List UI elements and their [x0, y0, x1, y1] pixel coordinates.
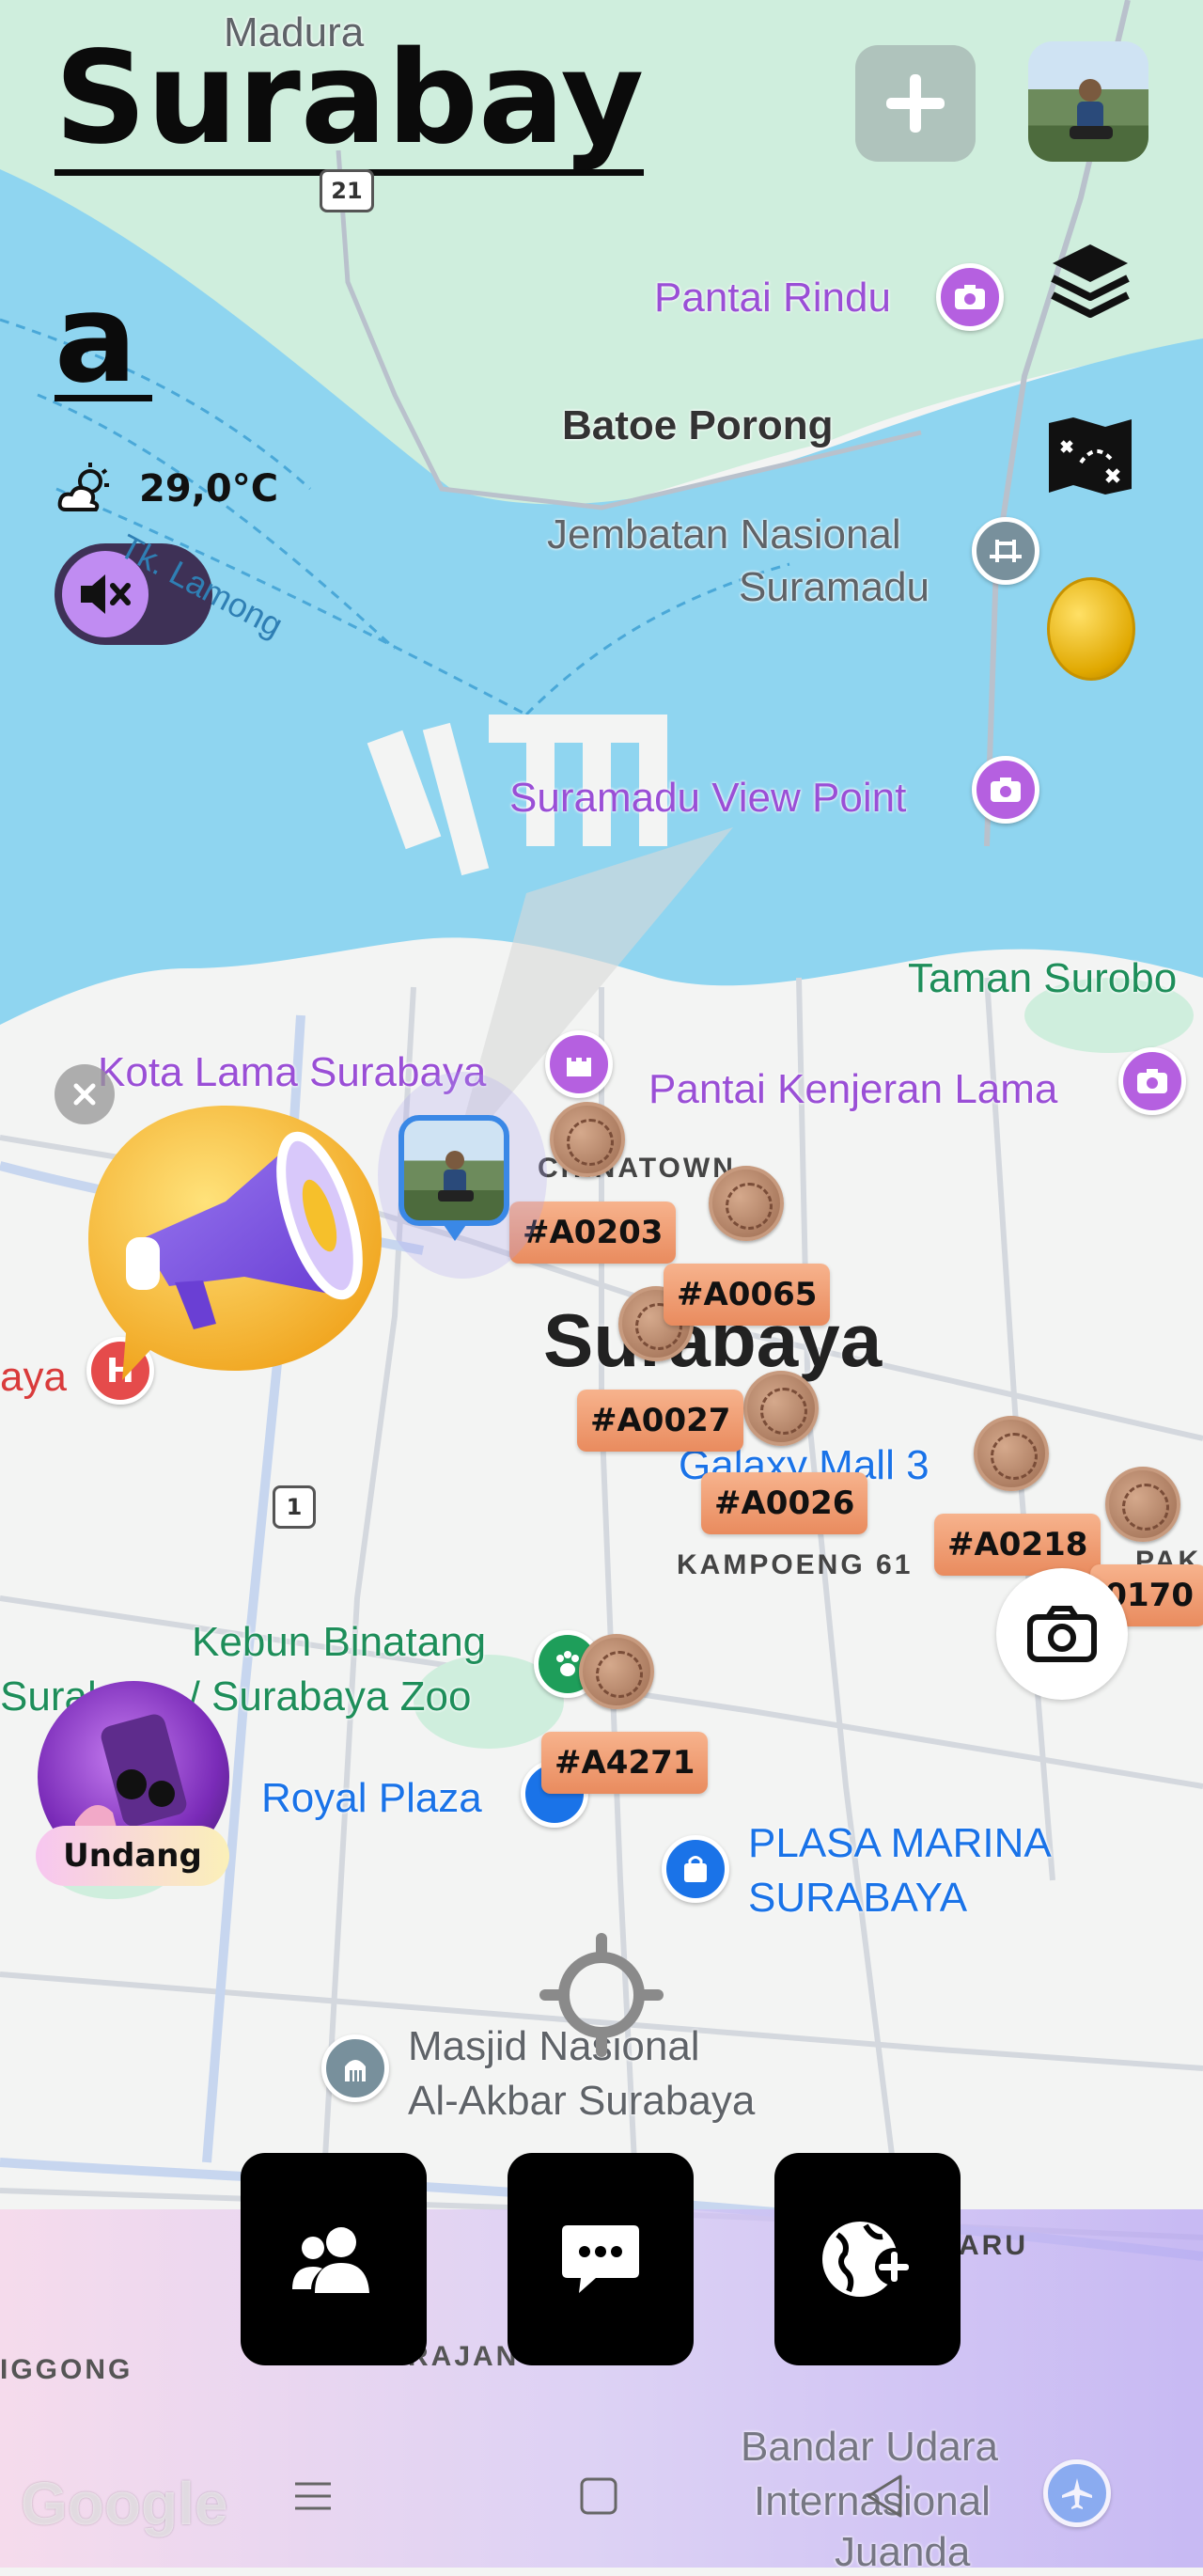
coin-marker[interactable] [1105, 1467, 1180, 1542]
label-suramadu-view: Suramadu View Point [509, 775, 907, 821]
label-kampoeng: KAMPOENG 61 [677, 1549, 914, 1580]
label-pantai-kenjeran: Pantai Kenjeran Lama [648, 1066, 1058, 1112]
tag-a0218[interactable]: #A0218 [934, 1514, 1101, 1576]
camera-icon [1137, 1069, 1167, 1093]
coin-marker[interactable] [579, 1634, 654, 1709]
camera-icon [955, 285, 985, 309]
shopping-bag-icon [684, 1856, 707, 1882]
road-21-shield: 21 [320, 169, 374, 212]
pin-pantai-rindu[interactable] [936, 263, 1004, 331]
label-aya: aya [0, 1354, 67, 1400]
tag-a4271[interactable]: #A4271 [541, 1732, 709, 1794]
label-madura: Madura [224, 9, 365, 55]
user-location-pointer [442, 1222, 468, 1241]
temperature: 29,0°C [139, 467, 279, 510]
add-button[interactable] [855, 45, 976, 162]
label-plasa-marina-1: PLASA MARINA [748, 1820, 1052, 1866]
treasure-map-icon[interactable] [1043, 414, 1137, 498]
back-triangle-icon [867, 2474, 902, 2518]
camera-icon [991, 778, 1021, 802]
home-button[interactable] [579, 2476, 618, 2516]
globe-plus-icon [822, 2222, 913, 2297]
road-1-shield: 1 [273, 1485, 316, 1529]
menu-button[interactable] [291, 2474, 335, 2518]
label-kebun-1: Kebun Binatang [192, 1619, 487, 1665]
pin-plasa-marina[interactable] [662, 1835, 729, 1903]
hamburger-icon [295, 2482, 331, 2510]
label-jembatan-2: Suramadu [739, 564, 930, 610]
user-location-avatar[interactable] [398, 1115, 509, 1226]
megaphone-icon[interactable] [85, 1098, 385, 1391]
profile-avatar[interactable] [1028, 41, 1148, 162]
invite-label: Undang [36, 1826, 229, 1886]
camera-button[interactable] [996, 1568, 1128, 1700]
coin-marker[interactable] [743, 1371, 819, 1446]
crosshair-icon[interactable] [539, 1933, 664, 2057]
square-icon [580, 2477, 617, 2515]
coin-icon[interactable] [1047, 577, 1135, 681]
label-jembatan-1: Jembatan Nasional [547, 511, 901, 558]
coin-marker[interactable] [550, 1102, 625, 1177]
title-line-2: a [55, 277, 152, 401]
back-button[interactable] [863, 2473, 906, 2520]
pin-pantai-kenjeran[interactable] [1118, 1047, 1186, 1115]
partly-cloudy-icon [56, 461, 113, 517]
people-icon [292, 2227, 369, 2293]
label-iggong: IGGONG [0, 2354, 133, 2385]
add-world-button[interactable] [774, 2153, 961, 2365]
label-aru: ARU [959, 2230, 1028, 2261]
coin-marker[interactable] [709, 1166, 784, 1241]
bridge-icon [990, 540, 1022, 562]
label-plasa-marina-2: SURABAYA [748, 1875, 968, 1921]
pin-kota-lama[interactable] [545, 1030, 613, 1098]
label-royal-plaza: Royal Plaza [261, 1775, 482, 1821]
label-pantai-rindu: Pantai Rindu [654, 275, 891, 321]
layers-icon[interactable] [1045, 237, 1135, 327]
chat-button[interactable] [508, 2153, 694, 2365]
pin-masjid[interactable] [321, 2034, 389, 2102]
tag-a0065[interactable]: #A0065 [664, 1264, 831, 1326]
tag-a0026[interactable]: #A0026 [701, 1472, 868, 1534]
friends-button[interactable] [241, 2153, 427, 2365]
weather: 29,0°C [56, 461, 278, 517]
label-taman: Taman Surobo [908, 955, 1178, 1001]
pin-jembatan[interactable] [972, 517, 1039, 585]
pin-suramadu-view[interactable] [972, 756, 1039, 824]
camera-icon [1027, 1606, 1097, 1662]
invite-button[interactable]: Undang [36, 1681, 233, 1892]
mosque-icon [345, 2060, 366, 2081]
label-masjid-2: Al-Akbar Surabaya [408, 2078, 756, 2124]
chat-icon [562, 2225, 639, 2293]
tag-a0027[interactable]: #A0027 [577, 1390, 744, 1452]
castle-icon [567, 1058, 591, 1076]
plus-icon [886, 74, 945, 133]
system-nav-bar [0, 2454, 1203, 2538]
coin-marker[interactable] [974, 1416, 1049, 1491]
label-batoe-porong: Batoe Porong [562, 402, 834, 448]
